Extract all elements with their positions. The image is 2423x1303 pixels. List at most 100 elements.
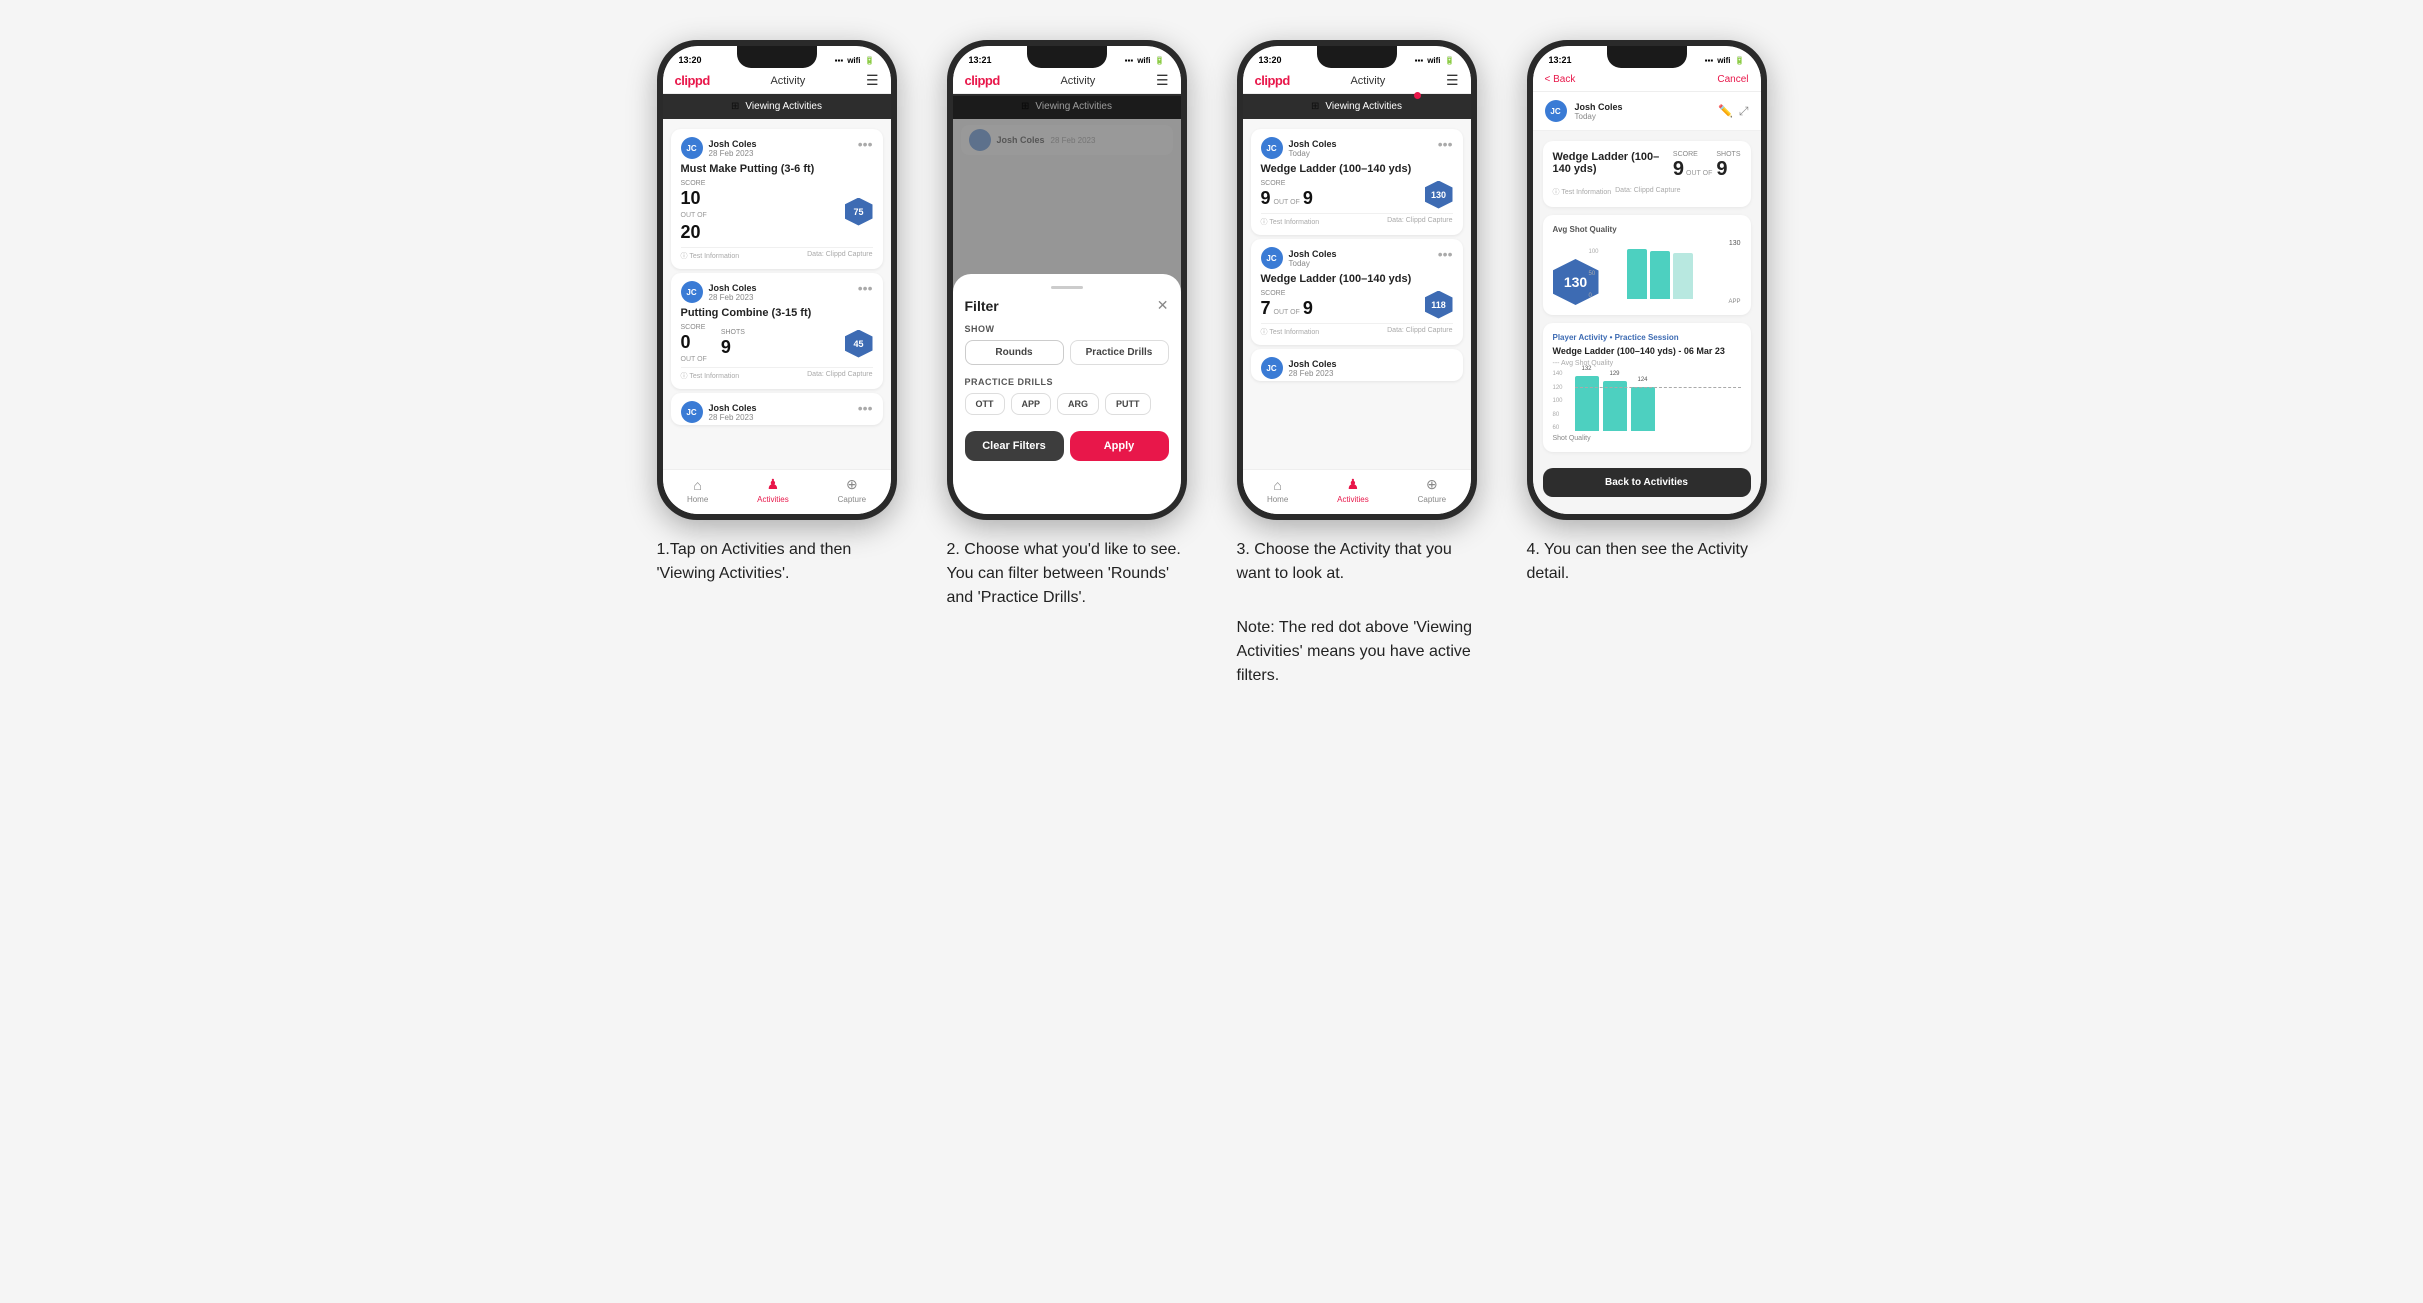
putt-btn[interactable]: PUTT bbox=[1105, 393, 1151, 415]
card-header-3-3: JC Josh Coles 28 Feb 2023 bbox=[1261, 357, 1453, 379]
clear-filters-btn[interactable]: Clear Filters bbox=[965, 431, 1064, 461]
caption-text-3-line1: 3. Choose the Activity that you want to … bbox=[1237, 538, 1477, 586]
ott-btn[interactable]: OTT bbox=[965, 393, 1005, 415]
avatar-1-3: JC bbox=[681, 401, 703, 423]
score-big-1-1: 10 bbox=[681, 188, 701, 209]
status-icons-3: ▪▪▪ wifi 🔋 bbox=[1415, 56, 1455, 65]
phone-1-notch bbox=[737, 46, 817, 68]
caption-text-4: 4. You can then see the Activity detail. bbox=[1527, 538, 1767, 586]
practice-drills-btn[interactable]: Practice Drills bbox=[1070, 340, 1169, 365]
session-bar-4-2: 129 bbox=[1603, 381, 1627, 431]
arg-btn[interactable]: ARG bbox=[1057, 393, 1099, 415]
footer-right-3-1: Data: Clippd Capture bbox=[1387, 217, 1452, 227]
user-info-3-3: Josh Coles 28 Feb 2023 bbox=[1289, 359, 1337, 378]
app-logo-2: clippd bbox=[965, 73, 1000, 88]
activity-list-1: JC Josh Coles 28 Feb 2023 ••• Must Make … bbox=[663, 119, 891, 469]
activity-title-1-2: Putting Combine (3-15 ft) bbox=[681, 307, 873, 319]
detail-score-cols-4: Score 9 OUT OF Shots bbox=[1673, 151, 1741, 181]
avg-quality-card-4: Avg Shot Quality 130 130 100 bbox=[1543, 215, 1751, 315]
session-bars-4: 132 129 124 bbox=[1575, 371, 1741, 431]
activity-card-1-1[interactable]: JC Josh Coles 28 Feb 2023 ••• Must Make … bbox=[671, 129, 883, 269]
detail-drill-title-4: Wedge Ladder (100–140 yds) bbox=[1553, 151, 1665, 175]
phone-2-notch bbox=[1027, 46, 1107, 68]
nav-home-label-1: Home bbox=[687, 495, 708, 504]
detail-out-of-4: OUT OF bbox=[1686, 170, 1712, 177]
app-btn[interactable]: APP bbox=[1011, 393, 1052, 415]
nav-activities-3[interactable]: ♟ Activities bbox=[1337, 476, 1369, 504]
user-info-3-1: Josh Coles Today bbox=[1289, 139, 1337, 158]
more-dots-1-1[interactable]: ••• bbox=[858, 137, 873, 151]
phone-4: 13:21 ▪▪▪ wifi 🔋 < Back Cancel JC J bbox=[1527, 40, 1767, 520]
bar-4-3 bbox=[1673, 253, 1693, 299]
detail-user-info-4: JC Josh Coles Today bbox=[1545, 100, 1623, 122]
apply-btn[interactable]: Apply bbox=[1070, 431, 1169, 461]
nav-capture-label-1: Capture bbox=[838, 495, 866, 504]
edit-icon-4[interactable]: ✏️ bbox=[1718, 104, 1733, 119]
score-col-1-2: Score 0 OUT OF bbox=[681, 324, 707, 363]
more-dots-3-1[interactable]: ••• bbox=[1438, 137, 1453, 151]
nav-home-1[interactable]: ⌂ Home bbox=[687, 477, 708, 504]
shot-quality-axis-4: Shot Quality bbox=[1553, 435, 1741, 442]
signal-icon: ▪▪▪ bbox=[835, 56, 844, 65]
detail-user-date-4: Today bbox=[1575, 112, 1623, 121]
player-activity-link-4[interactable]: Practice Session bbox=[1615, 333, 1679, 342]
phone-3-notch bbox=[1317, 46, 1397, 68]
info-right-4: Data: Clippd Capture bbox=[1615, 187, 1680, 197]
detail-title-row-4: Wedge Ladder (100–140 yds) Score 9 OUT O… bbox=[1553, 151, 1741, 181]
back-to-activities-btn[interactable]: Back to Activities bbox=[1543, 468, 1751, 497]
more-dots-3-2[interactable]: ••• bbox=[1438, 247, 1453, 261]
score-shots-right-4: Score 9 OUT OF Shots bbox=[1673, 151, 1741, 181]
activity-title-1-1: Must Make Putting (3-6 ft) bbox=[681, 163, 873, 175]
close-icon[interactable]: ✕ bbox=[1157, 297, 1169, 314]
expand-icon-4[interactable]: ⤢ bbox=[1739, 104, 1749, 119]
status-time-3: 13:20 bbox=[1259, 55, 1282, 65]
viewing-icon-1: ⊞ bbox=[731, 101, 739, 112]
battery-icon-4: 🔋 bbox=[1735, 56, 1745, 65]
activity-card-3-3[interactable]: JC Josh Coles 28 Feb 2023 bbox=[1251, 349, 1463, 381]
user-name-1-2: Josh Coles bbox=[709, 283, 757, 293]
more-dots-1-2[interactable]: ••• bbox=[858, 281, 873, 295]
nav-home-3[interactable]: ⌂ Home bbox=[1267, 477, 1288, 504]
score-label-1-2: Score bbox=[681, 324, 707, 331]
activity-card-1-2[interactable]: JC Josh Coles 28 Feb 2023 ••• Putting Co… bbox=[671, 273, 883, 389]
user-name-3-2: Josh Coles bbox=[1289, 249, 1337, 259]
card-header-1-2: JC Josh Coles 28 Feb 2023 ••• bbox=[681, 281, 873, 303]
detail-header-4: < Back Cancel bbox=[1533, 68, 1761, 92]
hamburger-icon-1[interactable]: ☰ bbox=[866, 72, 879, 89]
phone-2-screen: 13:21 ▪▪▪ wifi 🔋 clippd Activity ☰ ⊞ Vie… bbox=[953, 46, 1181, 514]
activity-footer-3-2: ⓘ Test Information Data: Clippd Capture bbox=[1261, 323, 1453, 337]
activity-card-1-3[interactable]: JC Josh Coles 28 Feb 2023 ••• bbox=[671, 393, 883, 425]
shot-quality-3-2: 118 bbox=[1425, 291, 1453, 319]
activity-card-3-2[interactable]: JC Josh Coles Today ••• Wedge Ladder (10… bbox=[1251, 239, 1463, 345]
more-dots-1-3[interactable]: ••• bbox=[858, 401, 873, 415]
player-activity-label-4: Player Activity • Practice Session bbox=[1553, 333, 1741, 342]
nav-capture-3[interactable]: ⊕ Capture bbox=[1418, 476, 1446, 504]
back-btn[interactable]: < Back bbox=[1545, 74, 1576, 85]
footer-right-1-2: Data: Clippd Capture bbox=[807, 371, 872, 381]
viewing-bar-1[interactable]: ⊞ Viewing Activities bbox=[663, 94, 891, 119]
modal-handle bbox=[1051, 286, 1083, 289]
hamburger-icon-2[interactable]: ☰ bbox=[1156, 72, 1169, 89]
of-label-3-2: OUT OF bbox=[1274, 309, 1300, 316]
nav-capture-1[interactable]: ⊕ Capture bbox=[838, 476, 866, 504]
avatar-row-3-2: JC Josh Coles Today bbox=[1261, 247, 1337, 269]
info-left-4: ⓘ Test Information bbox=[1553, 187, 1612, 197]
detail-score-num-4: 9 bbox=[1673, 158, 1684, 181]
shots-col-1-2: Shots 9 bbox=[721, 329, 745, 358]
caption-2: 2. Choose what you'd like to see. You ca… bbox=[947, 538, 1187, 616]
viewing-bar-3[interactable]: ⊞ Viewing Activities bbox=[1243, 94, 1471, 119]
card-header-3-1: JC Josh Coles Today ••• bbox=[1261, 137, 1453, 159]
user-name-1-1: Josh Coles bbox=[709, 139, 757, 149]
nav-activities-1[interactable]: ♟ Activities bbox=[757, 476, 789, 504]
activity-list-3: JC Josh Coles Today ••• Wedge Ladder (10… bbox=[1243, 119, 1471, 469]
activity-card-3-1[interactable]: JC Josh Coles Today ••• Wedge Ladder (10… bbox=[1251, 129, 1463, 235]
rounds-btn[interactable]: Rounds bbox=[965, 340, 1064, 365]
status-icons-2: ▪▪▪ wifi 🔋 bbox=[1125, 56, 1165, 65]
phone-2-col: 13:21 ▪▪▪ wifi 🔋 clippd Activity ☰ ⊞ Vie… bbox=[937, 40, 1197, 616]
score-label-3-2: Score bbox=[1261, 290, 1313, 297]
detail-score-label-4: Score bbox=[1673, 151, 1712, 158]
hamburger-icon-3[interactable]: ☰ bbox=[1446, 72, 1459, 89]
detail-actions-4: ✏️ ⤢ bbox=[1718, 104, 1749, 119]
stats-row-1-1: Score 10 OUT OF 20 75 bbox=[681, 180, 873, 243]
cancel-btn[interactable]: Cancel bbox=[1717, 74, 1748, 85]
